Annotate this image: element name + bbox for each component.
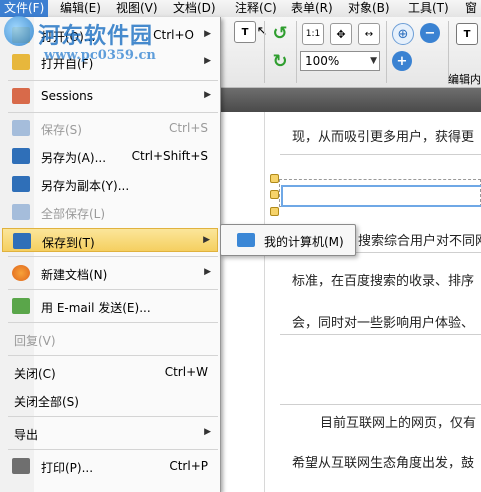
menu-item-sessions[interactable]: Sessions ▶ — [0, 84, 220, 108]
resize-handle[interactable] — [270, 207, 279, 216]
menu-item-close[interactable]: 关闭(C) Ctrl+W — [0, 360, 220, 384]
chevron-right-icon: ▶ — [204, 267, 211, 277]
doc-line-5: 目前互联网上的网页，仅有 — [320, 416, 477, 431]
menu-separator — [8, 80, 218, 81]
zoom-plus-icon[interactable]: + — [392, 51, 412, 71]
chevron-down-icon: ▼ — [370, 56, 377, 66]
edit-text-icon[interactable]: T — [456, 23, 478, 45]
chevron-right-icon: ▶ — [204, 56, 211, 66]
menu-separator — [8, 289, 218, 290]
menu-edit[interactable]: 编辑(E) — [56, 0, 105, 17]
resize-handle[interactable] — [270, 174, 279, 183]
folder-icon — [12, 54, 30, 70]
tab-strip — [220, 88, 481, 112]
chevron-right-icon: ▶ — [204, 427, 211, 437]
doc-line-1: 现，从而吸引更多用户，获得更 — [292, 130, 475, 145]
menu-form[interactable]: 表单(R) — [287, 0, 337, 17]
toolbar-separator — [264, 21, 265, 83]
zoom-in-icon[interactable]: ⊕ — [392, 23, 414, 45]
submenu-item-my-computer[interactable]: 我的计算机(M) — [264, 233, 344, 250]
menu-separator — [8, 322, 218, 323]
save-to-submenu: 我的计算机(M) — [220, 224, 356, 256]
new-document-icon — [12, 265, 30, 281]
save-copy-icon — [12, 176, 30, 192]
doc-line-4: 会，同时对一些影响用户体验、 — [292, 316, 475, 331]
save-icon — [12, 120, 30, 136]
menu-view[interactable]: 视图(V) — [112, 0, 162, 17]
menu-item-new-document[interactable]: 新建文档(N) ▶ — [0, 261, 220, 285]
save-all-icon — [12, 204, 30, 220]
menu-item-save-to[interactable]: 保存到(T) ▶ — [2, 228, 218, 252]
menu-item-email[interactable]: 用 E-mail 发送(E)... — [0, 294, 220, 318]
chevron-right-icon: ▶ — [203, 235, 210, 245]
menu-separator — [8, 449, 218, 450]
chevron-right-icon: ▶ — [204, 29, 211, 39]
menu-comment[interactable]: 注释(C) — [231, 0, 281, 17]
pointer-icon[interactable]: ↖ — [252, 21, 272, 41]
menu-item-revert[interactable]: 回复(V) — [0, 327, 220, 351]
menu-separator — [8, 256, 218, 257]
divider — [280, 404, 481, 405]
actual-size-button[interactable]: 1:1 — [302, 23, 324, 45]
menu-item-save-copy[interactable]: 另存为副本(Y)... — [0, 172, 220, 196]
menu-separator — [8, 355, 218, 356]
menu-item-save-as[interactable]: 另存为(A)... Ctrl+Shift+S — [0, 144, 220, 168]
zoom-out-icon[interactable]: − — [420, 23, 440, 43]
document-page: 现，从而吸引更多用户，获得更 搜索综合用户对不同网 标准，在百度搜索的收录、排序… — [220, 112, 481, 492]
menu-window[interactable]: 窗 — [461, 0, 481, 17]
resize-handle[interactable] — [270, 190, 279, 199]
file-menu: 打开(O)... Ctrl+O ▶ 打开自(F) ▶ Sessions ▶ 保存… — [0, 17, 221, 492]
toolbar-separator — [386, 21, 387, 83]
menu-item-save-all[interactable]: 全部保存(L) — [0, 200, 220, 224]
menu-item-open[interactable]: 打开(O)... Ctrl+O ▶ — [0, 23, 220, 47]
menu-file[interactable]: 文件(F) — [0, 0, 49, 17]
rotate-left-icon[interactable]: ↺ — [270, 23, 290, 44]
page-margin-line — [264, 112, 265, 492]
divider — [280, 334, 481, 335]
menu-item-export[interactable]: 导出 ▶ — [0, 421, 220, 445]
menu-item-save[interactable]: 保存(S) Ctrl+S — [0, 116, 220, 140]
printer-icon — [12, 458, 30, 474]
menu-separator — [8, 112, 218, 113]
menu-object[interactable]: 对象(B) — [344, 0, 394, 17]
menu-separator — [8, 416, 218, 417]
folder-open-icon — [12, 27, 30, 43]
toolbar-separator — [296, 21, 297, 83]
fit-page-icon[interactable]: ✥ — [330, 23, 352, 45]
rotate-right-icon[interactable]: ↻ — [270, 51, 290, 72]
chevron-right-icon: ▶ — [204, 90, 211, 100]
fit-width-icon[interactable]: ↔ — [358, 23, 380, 45]
menu-item-print[interactable]: 打印(P)... Ctrl+P — [0, 454, 220, 478]
menu-document[interactable]: 文档(D) — [169, 0, 220, 17]
menu-item-open-from[interactable]: 打开自(F) ▶ — [0, 50, 220, 74]
zoom-select[interactable]: 100% ▼ — [300, 51, 380, 71]
menu-bar: 文件(F) 编辑(E) 视图(V) 文档(D) 注释(C) 表单(R) 对象(B… — [0, 0, 481, 18]
sessions-icon — [12, 88, 30, 104]
menu-item-close-all[interactable]: 关闭全部(S) — [0, 388, 220, 412]
text-field[interactable] — [281, 185, 481, 207]
divider — [280, 154, 481, 155]
save-as-icon — [12, 148, 30, 164]
zoom-value: 100% — [305, 54, 340, 68]
email-icon — [12, 298, 30, 314]
edit-content-label[interactable]: 编辑内 — [448, 71, 481, 87]
menu-tools[interactable]: 工具(T) — [404, 0, 453, 17]
doc-line-2: 搜索综合用户对不同网 — [358, 234, 481, 249]
doc-line-3: 标准，在百度搜索的收录、排序 — [292, 274, 475, 289]
save-to-icon — [13, 233, 31, 249]
computer-icon — [237, 233, 255, 247]
doc-line-6: 希望从互联网生态角度出发，鼓 — [292, 456, 475, 471]
